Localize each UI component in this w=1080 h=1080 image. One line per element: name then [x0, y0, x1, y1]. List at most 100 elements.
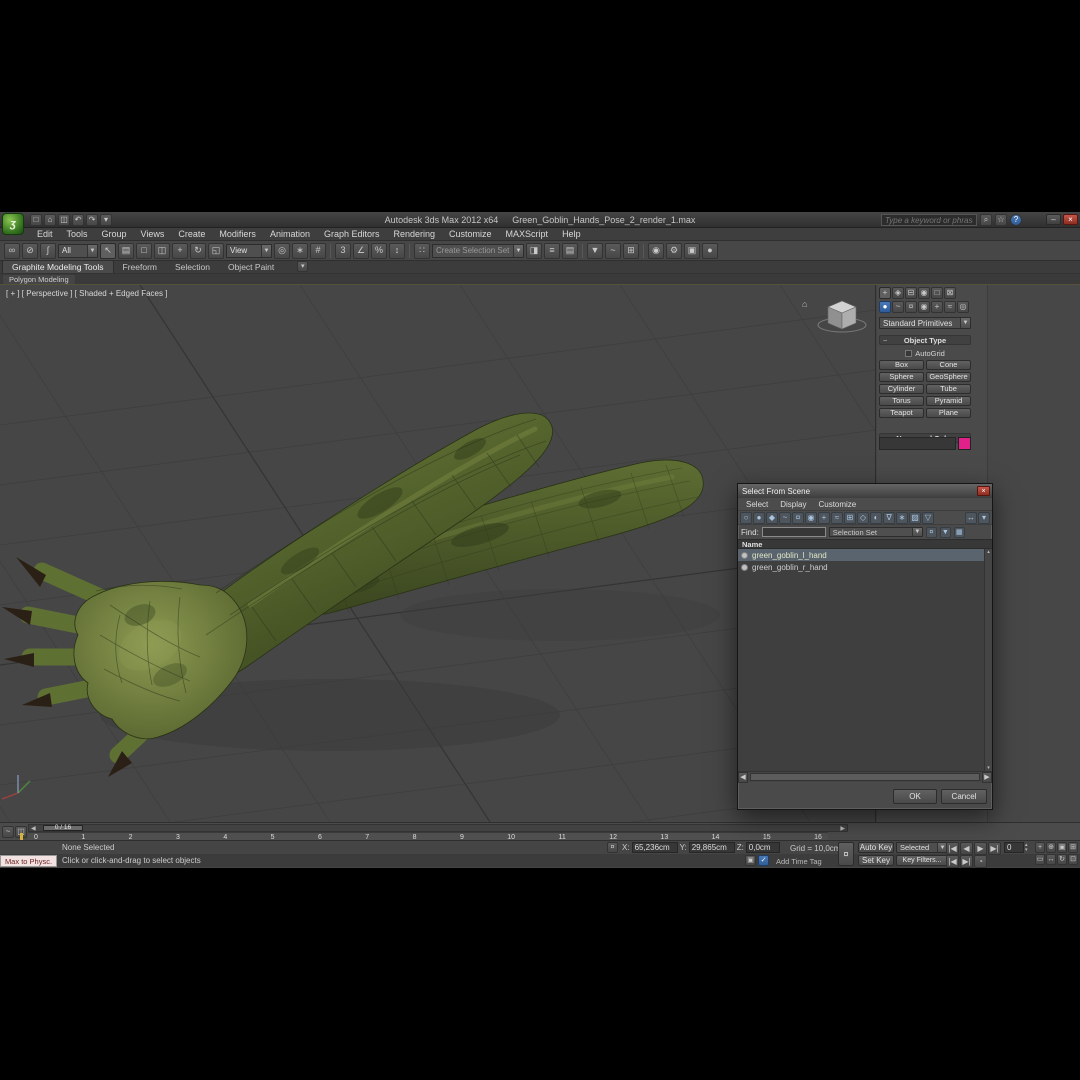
primitive-cone-button[interactable]: Cone	[926, 360, 971, 370]
key-filter-selected-dropdown[interactable]: Selected ▼	[896, 842, 948, 853]
lights-category-icon[interactable]: ¤	[905, 301, 917, 313]
find-input[interactable]	[761, 527, 826, 537]
display-hidden-icon[interactable]: ▨	[909, 511, 921, 524]
list-horizontal-scrollbar[interactable]: ◀ ▶	[738, 771, 992, 783]
window-crossing-icon[interactable]: ◫	[154, 242, 170, 259]
set-key-mode-toggle[interactable]: ¤	[838, 842, 854, 866]
display-tab-icon[interactable]: □	[931, 287, 943, 299]
viewport-label[interactable]: [ + ] [ Perspective ] [ Shaded + Edged F…	[6, 289, 167, 298]
menu-animation[interactable]: Animation	[263, 229, 317, 239]
primitive-geosphere-button[interactable]: GeoSphere	[926, 372, 971, 382]
ribbon-panel-polygon-modeling[interactable]: Polygon Modeling	[3, 274, 75, 284]
selection-filter-dropdown[interactable]: All ▼	[58, 243, 98, 258]
spacewarps-category-icon[interactable]: ≈	[944, 301, 956, 313]
material-editor-icon[interactable]: ◉	[648, 242, 664, 259]
go-to-end-button[interactable]: ▶|	[988, 842, 1001, 855]
select-object-icon[interactable]: ↖	[100, 242, 116, 259]
object-color-swatch[interactable]	[958, 437, 971, 450]
scroll-up-icon[interactable]: ▴	[987, 549, 990, 555]
zoom-extents-icon[interactable]: ▣	[1057, 842, 1067, 853]
selection-set-dropdown[interactable]: Selection Set ▼	[828, 527, 923, 537]
hierarchy-tab-icon[interactable]: ⊟	[905, 287, 917, 299]
filter-combinations-icon[interactable]: ▼	[939, 526, 951, 538]
search-icon[interactable]: ⌕	[980, 214, 992, 226]
list-column-header[interactable]: Name	[738, 539, 992, 549]
menu-maxscript[interactable]: MAXScript	[499, 229, 556, 239]
display-lights-icon[interactable]: ¤	[792, 511, 804, 524]
select-link-icon[interactable]: ∞	[4, 242, 20, 259]
primitive-torus-button[interactable]: Torus	[879, 396, 924, 406]
named-selection-set-dropdown[interactable]: Create Selection Set ▼	[432, 243, 524, 258]
primitive-teapot-button[interactable]: Teapot	[879, 408, 924, 418]
open-icon[interactable]: ⌂	[44, 214, 56, 226]
display-frozen-icon[interactable]: ∗	[896, 511, 908, 524]
select-rotate-icon[interactable]: ↻	[190, 242, 206, 259]
time-step-forward-icon[interactable]: ▶	[840, 825, 845, 832]
systems-category-icon[interactable]: ◎	[957, 301, 969, 313]
curve-editor-icon[interactable]: ~	[605, 242, 621, 259]
time-slider-track[interactable]: ◀ 0 / 16 ▶	[28, 824, 848, 832]
render-production-icon[interactable]: ●	[702, 242, 718, 259]
geometry-category-icon[interactable]: ●	[879, 301, 891, 313]
primitive-cylinder-button[interactable]: Cylinder	[879, 384, 924, 394]
menu-rendering[interactable]: Rendering	[387, 229, 443, 239]
edit-named-selections-icon[interactable]: ∷	[414, 242, 430, 259]
expand-tree-icon[interactable]: ▽	[922, 511, 934, 524]
create-tab-icon[interactable]: +	[879, 287, 891, 299]
configure-columns-icon[interactable]: ▦	[953, 526, 965, 538]
primitive-pyramid-button[interactable]: Pyramid	[926, 396, 971, 406]
unlink-icon[interactable]: ⊘	[22, 242, 38, 259]
name-column-header[interactable]: Name	[738, 540, 762, 549]
3dsmax-logo[interactable]: ʒ	[2, 213, 24, 235]
dialog-menu-display[interactable]: Display	[774, 500, 812, 509]
select-scale-icon[interactable]: ◱	[208, 242, 224, 259]
time-slider-handle[interactable]: 0 / 16	[43, 824, 83, 831]
dialog-menu-select[interactable]: Select	[740, 500, 774, 509]
menu-edit[interactable]: Edit	[30, 229, 60, 239]
menu-modifiers[interactable]: Modifiers	[212, 229, 263, 239]
helpers-category-icon[interactable]: +	[931, 301, 943, 313]
primitive-plane-button[interactable]: Plane	[926, 408, 971, 418]
layer-manager-icon[interactable]: ▤	[562, 242, 578, 259]
new-icon[interactable]: □	[30, 214, 42, 226]
spinner-snap-icon[interactable]: ↕	[389, 242, 405, 259]
help-icon[interactable]: ?	[1010, 214, 1022, 226]
key-filters-button[interactable]: Key Filters...	[896, 855, 948, 866]
display-materials-icon[interactable]: ◐	[870, 511, 882, 524]
transform-lock-icon[interactable]: ¤	[607, 842, 618, 853]
utilities-tab-icon[interactable]: ⊠	[944, 287, 956, 299]
add-time-tag[interactable]: Add Time Tag	[776, 857, 822, 866]
maximize-viewport-icon[interactable]: ⊡	[1068, 854, 1078, 865]
undo-icon[interactable]: ↶	[72, 214, 84, 226]
display-cameras-icon[interactable]: ◉	[805, 511, 817, 524]
cameras-category-icon[interactable]: ◉	[918, 301, 930, 313]
save-icon[interactable]: ◫	[58, 214, 70, 226]
bind-spacewarp-icon[interactable]: ∫	[40, 242, 56, 259]
ribbon-collapse-icon[interactable]: ▾	[297, 261, 309, 272]
reference-coordinate-dropdown[interactable]: View ▼	[226, 243, 272, 258]
redo-icon[interactable]: ↷	[86, 214, 98, 226]
menu-tools[interactable]: Tools	[60, 229, 95, 239]
angle-snap-icon[interactable]: ∠	[353, 242, 369, 259]
display-none-icon[interactable]: ○	[740, 511, 752, 524]
quick-access-dropdown-icon[interactable]: ▾	[100, 214, 112, 226]
frame-spin-down-icon[interactable]: ▾	[1025, 847, 1028, 853]
keyboard-shortcut-toggle-icon[interactable]: #	[310, 242, 326, 259]
rendered-frame-window-icon[interactable]: ▣	[684, 242, 700, 259]
snap-toggle-3d-icon[interactable]: 3	[335, 242, 351, 259]
display-groups-icon[interactable]: ⊞	[844, 511, 856, 524]
open-mini-curve-editor-icon[interactable]: ~	[2, 826, 14, 838]
object-name-field[interactable]	[879, 437, 956, 450]
display-geometry-icon[interactable]: ◆	[766, 511, 778, 524]
modify-tab-icon[interactable]: ◈	[892, 287, 904, 299]
transform-x-field[interactable]: 65,236cm	[631, 842, 678, 853]
menu-group[interactable]: Group	[95, 229, 134, 239]
lock-selection-set-icon[interactable]: ¤	[925, 526, 937, 538]
current-frame-field[interactable]: 0	[1004, 842, 1024, 853]
dialog-toolbar-options-icon[interactable]: ▾	[978, 511, 990, 524]
zoom-all-icon[interactable]: ⊕	[1046, 842, 1056, 853]
list-vertical-scrollbar[interactable]: ▴ ▾	[984, 549, 992, 771]
pan-icon[interactable]: ↔	[1046, 854, 1056, 865]
transform-z-field[interactable]: 0,0cm	[745, 842, 780, 853]
menu-help[interactable]: Help	[555, 229, 588, 239]
